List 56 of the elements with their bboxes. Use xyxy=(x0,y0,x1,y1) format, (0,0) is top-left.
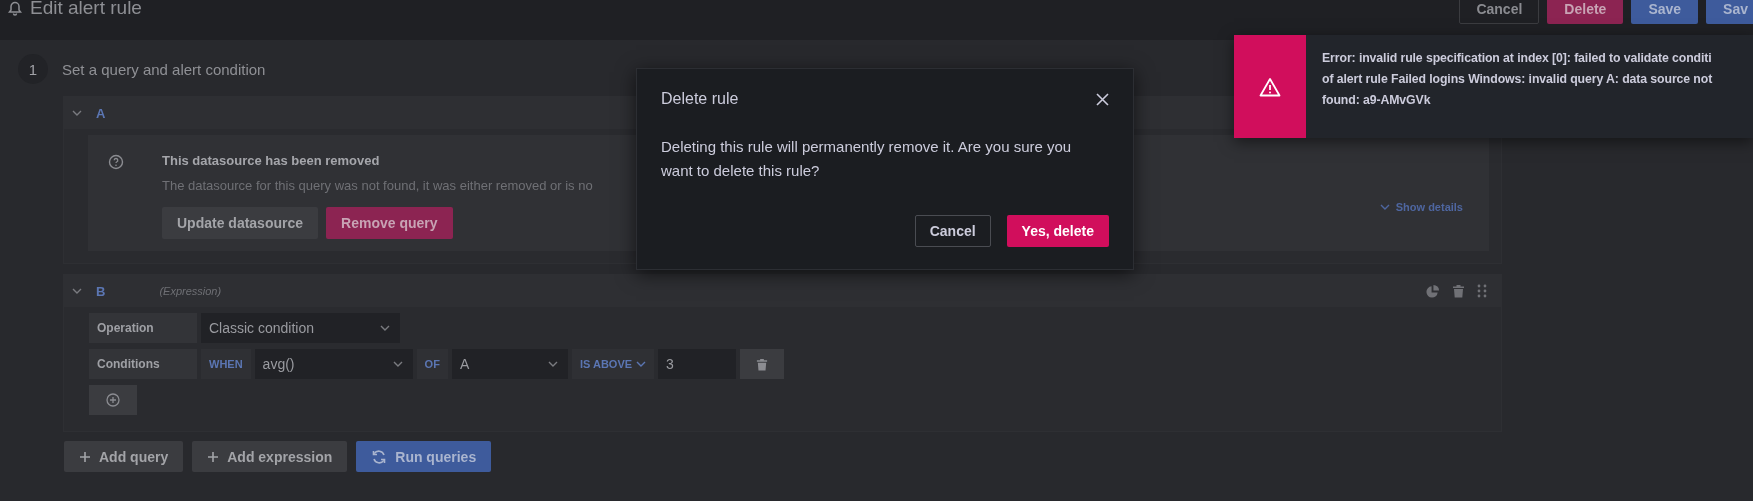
step-title: Set a query and alert condition xyxy=(62,60,266,78)
chevron-down-icon xyxy=(1379,204,1390,210)
field-label: Operation xyxy=(89,313,197,343)
save-button[interactable]: Sav xyxy=(1706,0,1753,24)
run-queries-button[interactable]: Run queries xyxy=(356,441,492,472)
query-ref: B xyxy=(96,283,106,299)
chevron-down-icon xyxy=(392,361,403,367)
chevron-down-icon xyxy=(72,110,82,116)
drag-handle-icon[interactable] xyxy=(1477,284,1487,298)
close-icon xyxy=(1096,92,1109,106)
dialog-title: Delete rule xyxy=(661,90,739,108)
alert-text: The datasource for this query was not found, it was either removed or is no xyxy=(162,178,593,193)
expression-label: (Expression) xyxy=(159,285,222,297)
field-label: Conditions xyxy=(89,349,197,379)
alert-title: This datasource has been removed xyxy=(162,153,381,168)
save-button[interactable]: Save xyxy=(1631,0,1699,24)
pie-chart-icon[interactable] xyxy=(1425,283,1440,299)
close-button[interactable] xyxy=(1096,92,1109,106)
operation-select[interactable]: Classic condition xyxy=(201,313,400,343)
reducer-select[interactable]: avg() xyxy=(254,349,413,379)
query-select[interactable]: A xyxy=(451,349,568,379)
question-circle-icon xyxy=(108,154,124,170)
trash-icon xyxy=(756,357,769,371)
add-condition-button[interactable] xyxy=(89,385,137,415)
query-ref: A xyxy=(96,105,106,121)
bell-icon xyxy=(8,0,22,16)
step-number: 1 xyxy=(18,54,48,84)
chevron-down-icon xyxy=(636,361,647,367)
error-message: found: a9-AMvGVk xyxy=(1322,92,1432,109)
chevron-down-icon xyxy=(547,361,558,367)
plus-icon xyxy=(79,450,91,463)
keyword-label: OF xyxy=(416,349,448,379)
dialog-message: Deleting this rule will permanently remove it. Are you sure you want to delete this rule? xyxy=(661,137,1073,181)
plus-circle-icon xyxy=(106,393,120,407)
cancel-button[interactable]: Cancel xyxy=(914,215,991,247)
keyword-label: WHEN xyxy=(201,349,251,379)
threshold-input[interactable]: 3 xyxy=(658,349,737,379)
evaluator-select[interactable]: IS ABOVE xyxy=(571,349,655,379)
chevron-down-icon xyxy=(380,325,390,331)
page-title: Edit alert rule xyxy=(30,0,142,19)
update-datasource-button[interactable]: Update datasource xyxy=(162,207,319,239)
cancel-button[interactable]: Cancel xyxy=(1459,0,1540,24)
error-message: Error: invalid rule specification at index [0]: failed to validate conditi xyxy=(1322,50,1713,67)
confirm-delete-button[interactable]: Yes, delete xyxy=(1006,215,1109,247)
error-message: of alert rule Failed logins Windows: invalid query A: data source not xyxy=(1322,71,1713,88)
plus-icon xyxy=(207,450,220,463)
warning-icon xyxy=(1259,76,1281,97)
show-details-link[interactable]: Show details xyxy=(1379,201,1463,213)
delete-button[interactable]: Delete xyxy=(1547,0,1624,24)
trash-icon[interactable] xyxy=(1452,284,1465,298)
add-query-button[interactable]: Add query xyxy=(64,441,184,472)
remove-query-button[interactable]: Remove query xyxy=(326,207,453,239)
delete-condition-button[interactable] xyxy=(740,349,785,379)
add-expression-button[interactable]: Add expression xyxy=(192,441,348,472)
sync-icon xyxy=(371,448,388,465)
chevron-down-icon xyxy=(72,288,82,294)
